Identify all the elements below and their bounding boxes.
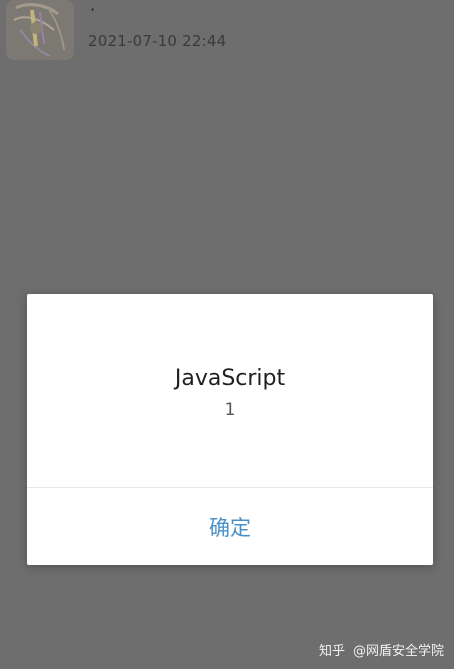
alert-message: 1 bbox=[224, 400, 236, 420]
post-timestamp: 2021-07-10 22:44 bbox=[88, 32, 227, 50]
watermark: 知乎 @网盾安全学院 bbox=[319, 640, 444, 659]
watermark-brand: 知乎 bbox=[318, 644, 345, 659]
watermark-account: @网盾安全学院 bbox=[352, 644, 444, 659]
alert-dialog: JavaScript 1 确定 bbox=[27, 294, 433, 565]
avatar[interactable] bbox=[6, 0, 74, 60]
post-header: · 2021-07-10 22:44 bbox=[0, 0, 454, 70]
alert-title: JavaScript bbox=[174, 366, 286, 391]
avatar-image-icon bbox=[6, 0, 74, 60]
confirm-button[interactable]: 确定 bbox=[27, 488, 433, 565]
author-name[interactable]: · bbox=[90, 0, 95, 20]
